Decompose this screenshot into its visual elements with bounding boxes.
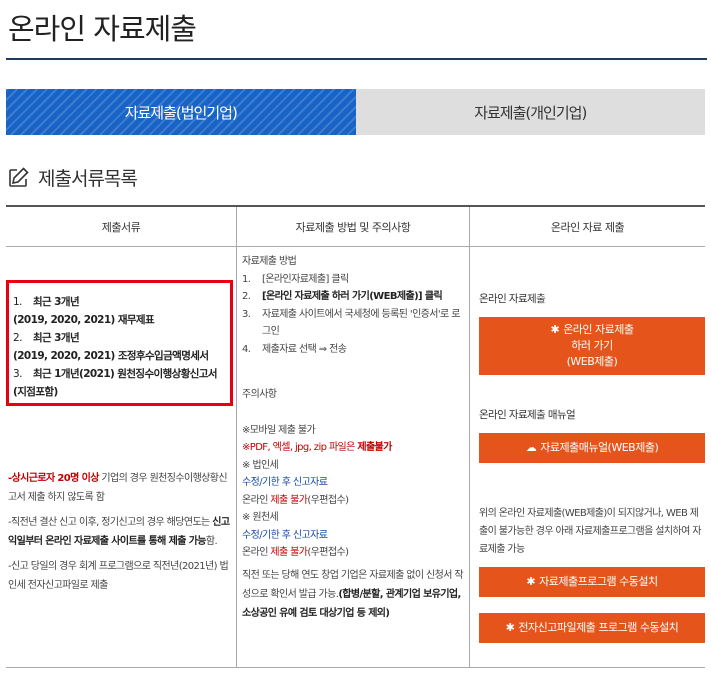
- tab-individual[interactable]: 자료제출(개인기업): [355, 89, 705, 135]
- online-submit-label: 온라인 자료제출: [479, 293, 546, 305]
- method-step: 4. 제출자료 선택 ⇒ 전송: [242, 343, 347, 355]
- caution-corp-tax-online: 온라인 제출 불가(우편접수): [242, 494, 349, 506]
- document-item: 3. 최근 1개년(2021) 원천징수이행상황신고서 (지점포함): [13, 368, 218, 398]
- cloud-download-icon: ☁: [525, 441, 537, 454]
- caution-withholding: ※ 원천세: [242, 512, 279, 523]
- note-employees: -상시근로자 20명 이상 기업의 경우 원천징수이행상황신고서 제출 하지 않…: [8, 473, 228, 503]
- column-online: 온라인 자료 제출 온라인 자료제출 ✱ 온라인 자료제출 하러 가기 (WEB제…: [469, 207, 705, 667]
- document-notes: -상시근로자 20명 이상 기업의 경우 원천징수이행상황신고서 제출 하지 않…: [8, 469, 234, 601]
- tab-corporate[interactable]: 자료제출(법인기업): [6, 89, 356, 135]
- edit-icon: [9, 166, 29, 187]
- method-content: 자료제출 방법 1. [온라인자료제출] 클릭 2. [온라인 자료제출 하러 가기…: [242, 253, 466, 623]
- caution-filetype: ※PDF, 엑셀, jpg, zip 파일은 제출불가: [242, 442, 392, 453]
- manual-button[interactable]: ☁ 자료제출매뉴얼(WEB제출): [479, 433, 705, 463]
- method-step: 1. [온라인자료제출] 클릭: [242, 273, 349, 285]
- program-install-button[interactable]: ✱ 자료제출프로그램 수동설치: [479, 567, 705, 597]
- caution-withholding-online: 온라인 제출 불가(우편접수): [242, 547, 349, 558]
- page-title: 온라인 자료제출: [8, 12, 197, 46]
- document-item: 1. 최근 3개년 (2019, 2020, 2021) 재무제표: [13, 296, 155, 326]
- caution-heading: 주의사항: [242, 389, 277, 400]
- caution-corp-tax: ※ 법인세: [242, 459, 279, 471]
- header-documents: 제출서류: [6, 207, 236, 247]
- method-step: 2. [온라인 자료제출 하러 가기(WEB제출)] 클릭: [242, 291, 443, 302]
- header-online: 온라인 자료 제출: [470, 207, 705, 247]
- column-method: 자료제출 방법 및 주의사항 자료제출 방법 1. [온라인자료제출] 클릭 2.…: [236, 207, 469, 667]
- column-documents: 제출서류 1. 최근 3개년 (2019, 2020, 2021) 재무제표 2.…: [6, 207, 236, 667]
- document-table: 제출서류 1. 최근 3개년 (2019, 2020, 2021) 재무제표 2.…: [6, 205, 705, 668]
- tab-bar: 자료제출(법인기업) 자료제출(개인기업): [6, 89, 705, 135]
- note-same-day: -신고 당일의 경우 회계 프로그램으로 직전년(2021년) 법인세 전자신고…: [8, 561, 229, 591]
- required-documents-box: 1. 최근 3개년 (2019, 2020, 2021) 재무제표 2. 최근 3개…: [6, 280, 233, 406]
- caution-mobile: ※모바일 제출 불가: [242, 424, 316, 436]
- efile-install-button[interactable]: ✱ 전자신고파일제출 프로그램 수동설치: [479, 613, 705, 643]
- method-step: 3. 자료제출 사이트에서 국세청에 등록된 '인증서'로 로그인: [242, 308, 460, 338]
- caution-corp-tax-detail: 수정/기한 후 신고자료: [242, 477, 328, 488]
- method-heading: 자료제출 방법: [242, 256, 297, 267]
- header-method: 자료제출 방법 및 주의사항: [237, 207, 469, 247]
- caution-withholding-detail: 수정/기한 후 신고자료: [242, 529, 328, 541]
- caution-startup: 직전 또는 당해 연도 창업 기업은 자료제출 없이 신청서 작성으로 확인서 …: [242, 569, 464, 619]
- note-regular-filing: -직전년 결산 신고 이후, 정기신고의 경우 해당연도는 신고 익일부터 온라…: [8, 517, 230, 547]
- fallback-note: 위의 온라인 자료제출(WEB제출)이 되지않거나, WEB 제출이 불가능한 …: [479, 508, 701, 555]
- title-divider: [6, 58, 707, 60]
- online-manual-label: 온라인 자료제출 매뉴얼: [479, 409, 576, 421]
- gear-icon: ✱: [505, 621, 515, 634]
- gear-icon: ✱: [550, 323, 560, 336]
- online-submit-button[interactable]: ✱ 온라인 자료제출 하러 가기 (WEB제출): [479, 317, 705, 375]
- section-header: 제출서류목록: [6, 164, 138, 191]
- section-title: 제출서류목록: [38, 168, 138, 190]
- document-item: 2. 최근 3개년 (2019, 2020, 2021) 조정후수입금액명세서: [13, 332, 209, 362]
- gear-icon: ✱: [526, 575, 536, 588]
